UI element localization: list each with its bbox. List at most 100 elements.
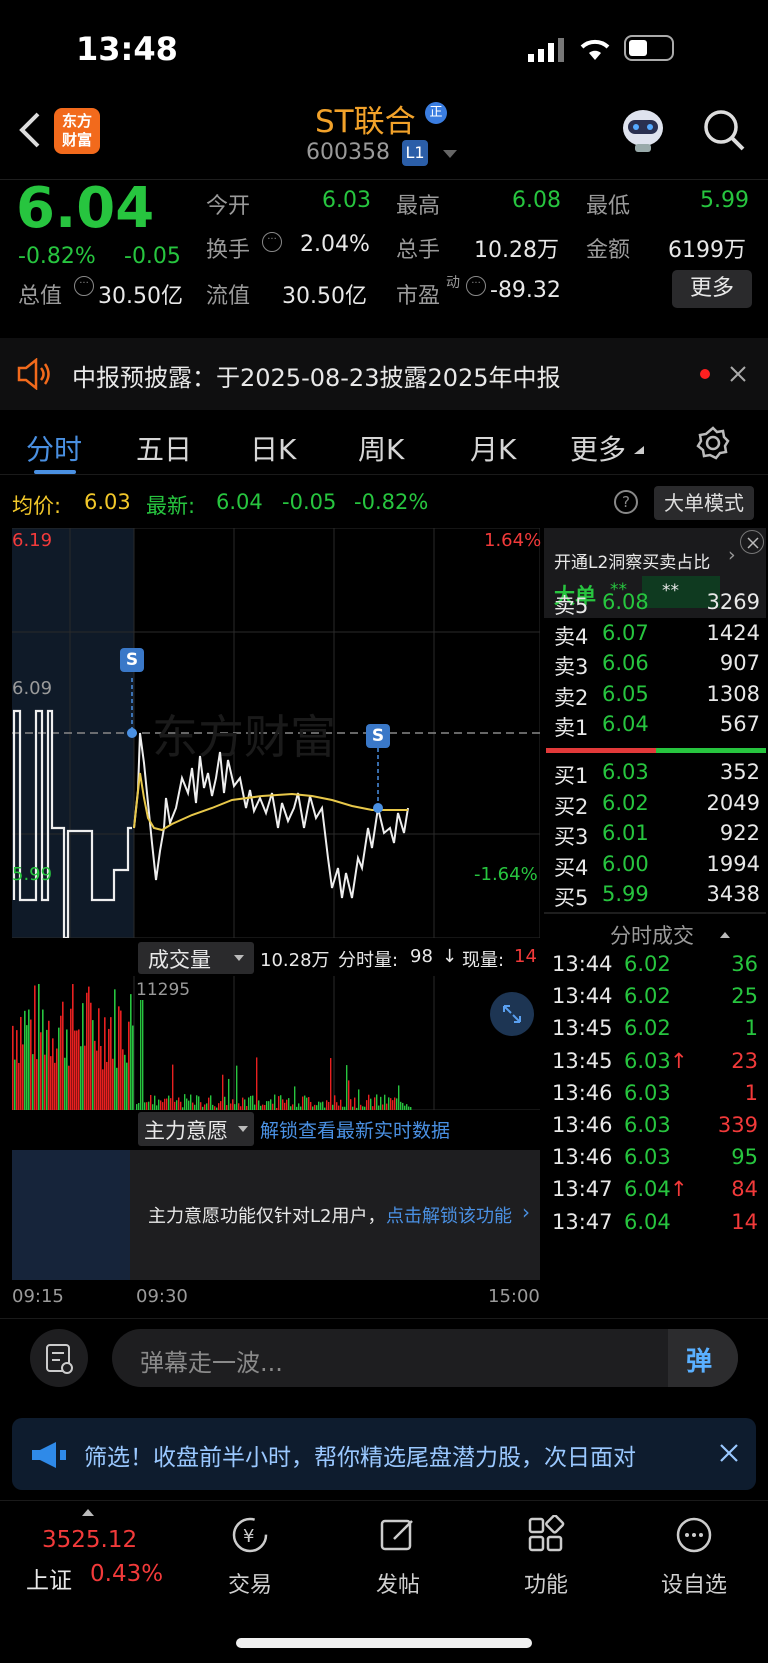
- comment-list-icon[interactable]: [30, 1329, 88, 1387]
- latest-value: 6.04: [216, 490, 263, 514]
- volume-bar: [130, 994, 132, 1110]
- volume-bar: [368, 1094, 370, 1110]
- volume-bar: [258, 1100, 260, 1110]
- tick-price: 6.02: [624, 984, 671, 1009]
- tick-time: 13:46: [552, 1145, 613, 1170]
- volume-bar: [34, 985, 36, 1110]
- tick-price: 6.04: [624, 1209, 671, 1234]
- help-icon[interactable]: ?: [614, 490, 638, 514]
- close-icon[interactable]: [740, 530, 764, 554]
- nav-trade[interactable]: ¥ 交易: [190, 1515, 310, 1599]
- force-indicator-select[interactable]: 主力意愿: [138, 1112, 254, 1146]
- volume-indicator-select[interactable]: 成交量: [138, 942, 254, 974]
- tab-intraday[interactable]: 分时: [26, 428, 82, 468]
- tab-monthly-k[interactable]: 月K: [470, 428, 516, 468]
- ask-level[interactable]: 卖3 6.06 907: [544, 651, 766, 683]
- market-cap-value: 30.50亿: [98, 284, 183, 309]
- volume-total: 10.28万: [260, 950, 330, 971]
- volume-bar: [126, 1062, 128, 1110]
- send-danmaku-button[interactable]: 弹: [668, 1329, 738, 1387]
- volume-bar: [284, 1102, 286, 1110]
- nav-post[interactable]: 发帖: [338, 1515, 458, 1599]
- nav-watchlist-label: 设自选: [660, 1573, 727, 1598]
- gear-icon[interactable]: [696, 426, 730, 460]
- volume-bar: [14, 1059, 16, 1110]
- unlock-link[interactable]: 解锁查看最新实时数据: [260, 1116, 450, 1143]
- volume-bar: [220, 1101, 222, 1110]
- chart-info-bar: 均价: 6.03 最新: 6.04 -0.05 -0.82% ? 大单模式: [0, 486, 768, 522]
- volume-bar: [400, 1101, 402, 1110]
- tab-weekly-k[interactable]: 周K: [358, 428, 404, 468]
- more-button[interactable]: 更多: [672, 270, 752, 308]
- bid-level-label: 买5: [554, 886, 589, 910]
- volume-bar: [282, 1099, 284, 1110]
- info-icon[interactable]: ···: [466, 276, 486, 296]
- tick-price: 6.03: [624, 1048, 671, 1073]
- volume-bar: [96, 1050, 98, 1110]
- volume-bar: [370, 1098, 372, 1110]
- big-order-mode-button[interactable]: 大单模式: [654, 486, 754, 520]
- volume-bar: [384, 1094, 386, 1110]
- ask-level[interactable]: 卖2 6.05 1308: [544, 682, 766, 714]
- bid-level[interactable]: 买5 5.99 3438: [544, 882, 766, 914]
- stock-title[interactable]: ST联合: [315, 96, 416, 141]
- tick-time: 13:44: [552, 984, 613, 1009]
- volume-bar: [72, 984, 74, 1110]
- volume-bar: [398, 1085, 400, 1110]
- tick-row: 13:45 6.02 1: [544, 1016, 766, 1050]
- volume-bar: [118, 1006, 120, 1110]
- level-badge: L1: [402, 140, 428, 166]
- promo-banner[interactable]: 筛选！收盘前半小时，帮你精选尾盘潜力股，次日面对: [12, 1418, 756, 1490]
- volume-bar: [274, 1094, 276, 1110]
- home-indicator: [236, 1638, 532, 1648]
- back-icon[interactable]: [16, 112, 44, 148]
- nav-watchlist[interactable]: 设自选: [634, 1515, 754, 1599]
- tick-price: 6.03: [624, 1145, 671, 1170]
- force-panel-link[interactable]: 点击解锁该功能: [386, 1202, 512, 1228]
- tick-time: 13:45: [552, 1016, 613, 1041]
- nav-functions[interactable]: 功能: [486, 1515, 606, 1599]
- ticks-title[interactable]: 分时成交: [610, 920, 694, 950]
- tick-volume: 14: [731, 1209, 758, 1234]
- volume-bar: [320, 1102, 322, 1110]
- l2-promo-text: 开通L2洞察买卖占比: [554, 553, 711, 573]
- wifi-icon: [580, 39, 610, 60]
- volume-bar: [192, 1102, 194, 1110]
- index-ticker[interactable]: 3525.12 上证 0.43%: [20, 1509, 170, 1609]
- search-icon[interactable]: [702, 108, 746, 152]
- sell-marker[interactable]: S: [120, 648, 144, 672]
- tab-more[interactable]: 更多: [570, 428, 626, 468]
- volume-bar: [318, 1101, 320, 1110]
- bid-level[interactable]: 买3 6.01 922: [544, 821, 766, 853]
- tick-price: 6.02: [624, 952, 671, 976]
- tick-row: 13:45 6.03 ↑ 23: [544, 1049, 766, 1083]
- volume-bar: [330, 1058, 332, 1110]
- intraday-chart[interactable]: 东方财富 S S 6.19 6.09 5.99 1.64% -1.64%: [12, 527, 541, 940]
- ask-level[interactable]: 卖4 6.07 1424: [544, 621, 766, 653]
- info-icon[interactable]: ···: [262, 232, 282, 252]
- close-icon[interactable]: [730, 366, 746, 382]
- info-icon[interactable]: ···: [74, 276, 94, 296]
- volume-bar: [80, 1046, 82, 1110]
- tick-volume: 36: [731, 952, 758, 976]
- tab-daily-k[interactable]: 日K: [250, 428, 296, 468]
- robot-assistant-icon[interactable]: [618, 104, 668, 154]
- ask-level[interactable]: 卖5 6.08 3269: [544, 590, 766, 622]
- pe-dynamic-sup: 动: [446, 275, 460, 291]
- bid-level[interactable]: 买4 6.00 1994: [544, 852, 766, 884]
- sell-marker[interactable]: S: [366, 724, 390, 748]
- volume-bar: [122, 1049, 124, 1110]
- dropdown-icon[interactable]: [443, 150, 457, 160]
- bid-level[interactable]: 买2 6.02 2049: [544, 791, 766, 823]
- tab-five-day[interactable]: 五日: [136, 428, 192, 468]
- ask-level[interactable]: 卖1 6.04 567: [544, 712, 766, 744]
- notice-bar[interactable]: 中报预披露：于2025-08-23披露2025年中报: [0, 338, 768, 410]
- bid-level[interactable]: 买1 6.03 352: [544, 760, 766, 792]
- comment-input[interactable]: 弹幕走一波... 弹: [112, 1329, 738, 1387]
- volume-bar: [150, 1094, 152, 1110]
- ask-level-price: 6.07: [602, 620, 649, 645]
- expand-icon[interactable]: [490, 992, 534, 1036]
- tick-volume: 23: [731, 1048, 758, 1073]
- close-icon[interactable]: [720, 1444, 738, 1462]
- volume-bar: [84, 1045, 86, 1110]
